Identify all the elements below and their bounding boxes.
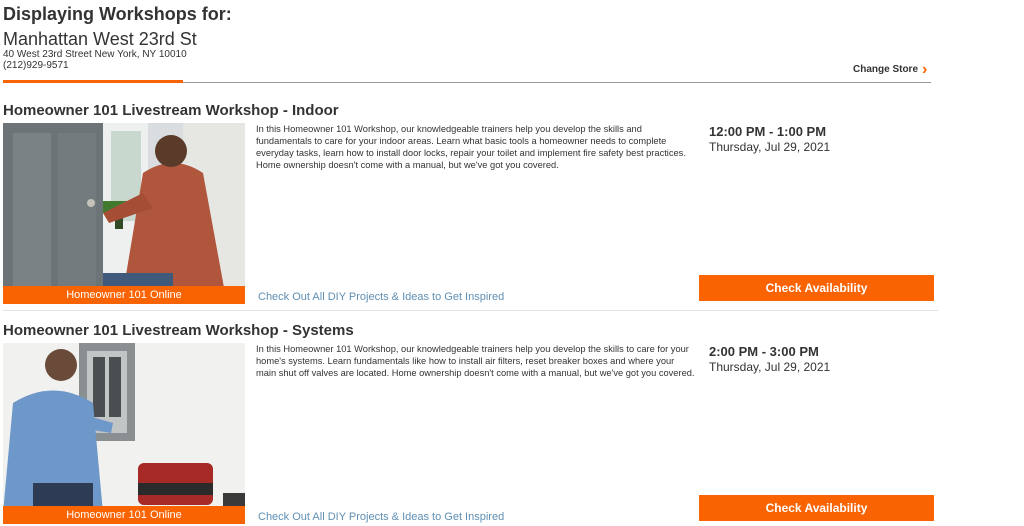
header-accent-bar xyxy=(3,80,183,83)
page-title: Displaying Workshops for: xyxy=(3,4,232,24)
workshop-divider xyxy=(3,310,938,311)
workshop-photo-door-lock xyxy=(3,123,245,304)
workshop-time: 12:00 PM - 1:00 PM xyxy=(709,124,827,139)
diy-projects-link[interactable]: Check Out All DIY Projects & Ideas to Ge… xyxy=(258,511,504,523)
store-address: 40 West 23rd Street New York, NY 10010 xyxy=(3,49,187,60)
workshop-image-tag: Homeowner 101 Online xyxy=(3,286,245,304)
workshop-title: Homeowner 101 Livestream Workshop - Indo… xyxy=(3,102,339,119)
store-name: Manhattan West 23rd St xyxy=(3,29,197,49)
workshop-photo-breaker-box xyxy=(3,343,245,524)
change-store-link[interactable]: Change Store › xyxy=(853,60,928,78)
workshop-image-tag: Homeowner 101 Online xyxy=(3,506,245,524)
workshop-description: In this Homeowner 101 Workshop, our know… xyxy=(256,124,686,170)
store-phone: (212)929-9571 xyxy=(3,60,69,71)
workshop-date: Thursday, Jul 29, 2021 xyxy=(709,140,831,154)
workshop-image[interactable]: Homeowner 101 Online xyxy=(3,123,245,304)
diy-projects-link[interactable]: Check Out All DIY Projects & Ideas to Ge… xyxy=(258,291,504,303)
workshop-image[interactable]: Homeowner 101 Online xyxy=(3,343,245,524)
store-header: Displaying Workshops for: Manhattan West… xyxy=(0,0,1024,90)
workshop-title: Homeowner 101 Livestream Workshop - Syst… xyxy=(3,322,354,339)
chevron-right-icon: › xyxy=(922,60,928,78)
workshop-description: In this Homeowner 101 Workshop, our know… xyxy=(256,344,695,378)
check-availability-button[interactable]: Check Availability xyxy=(699,275,934,301)
change-store-label: Change Store xyxy=(853,64,919,75)
workshop-date: Thursday, Jul 29, 2021 xyxy=(709,360,831,374)
workshop-time: 2:00 PM - 3:00 PM xyxy=(709,344,819,359)
check-availability-button[interactable]: Check Availability xyxy=(699,495,934,521)
